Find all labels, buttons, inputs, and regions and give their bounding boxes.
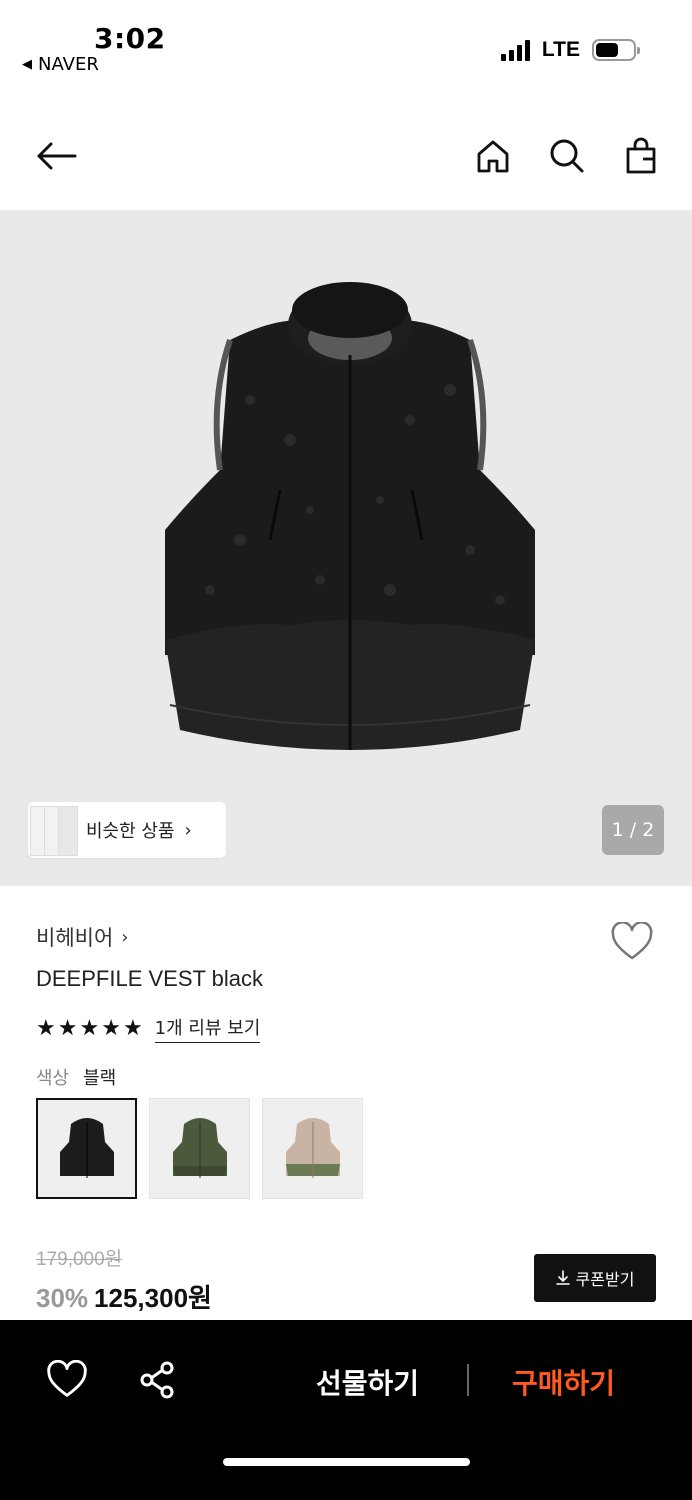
original-price: 179,000원	[36, 1249, 123, 1270]
product-image	[165, 282, 535, 750]
back-button[interactable]	[34, 134, 78, 178]
search-button[interactable]	[545, 134, 589, 178]
cart-button[interactable]	[619, 134, 663, 178]
signal-icon	[500, 39, 530, 61]
bottom-wishlist-button[interactable]	[46, 1359, 88, 1400]
review-link[interactable]: 1개 리뷰 보기	[154, 1014, 261, 1043]
product-gallery[interactable]: 비슷한 상품 › 1 / 2	[0, 210, 692, 886]
share-button[interactable]	[138, 1360, 178, 1400]
divider	[467, 1364, 469, 1396]
back-app-label: NAVER	[38, 54, 99, 75]
sale-price: 125,300원	[94, 1283, 212, 1313]
battery-icon	[592, 39, 640, 61]
swatch-olive[interactable]	[149, 1098, 250, 1199]
color-option-row: 색상 블랙	[36, 1064, 116, 1090]
back-triangle-icon: ◀	[22, 57, 32, 72]
discount-rate: 30%	[36, 1283, 89, 1313]
network-label: LTE	[541, 38, 580, 61]
top-nav	[0, 120, 692, 192]
status-indicators: LTE	[500, 38, 640, 62]
similar-products-button[interactable]: 비슷한 상품 ›	[28, 802, 226, 858]
vest-thumbnail	[59, 1117, 114, 1178]
vest-thumbnail	[172, 1117, 227, 1178]
search-icon	[550, 139, 584, 173]
gift-button[interactable]: 선물하기	[316, 1362, 419, 1402]
rating-row: ★ ★ ★ ★ ★ 1개 리뷰 보기	[36, 1014, 261, 1043]
similar-products-label: 비슷한 상품	[86, 821, 175, 842]
home-icon	[477, 140, 509, 173]
vest-thumbnail	[285, 1117, 340, 1178]
heart-icon	[47, 1359, 87, 1397]
brand-name: 비헤비어	[36, 926, 114, 950]
image-page-indicator: 1 / 2	[602, 805, 664, 855]
bottom-action-bar: 선물하기 구매하기	[0, 1320, 692, 1500]
download-icon	[555, 1270, 570, 1285]
star-icon: ★	[57, 1015, 78, 1041]
star-icon: ★	[36, 1015, 56, 1041]
star-icon: ★	[122, 1015, 143, 1041]
swatch-beige[interactable]	[262, 1098, 363, 1199]
shopping-bag-icon	[626, 137, 656, 174]
back-arrow-icon	[37, 142, 77, 170]
heart-icon	[611, 921, 653, 960]
buy-button[interactable]: 구매하기	[512, 1362, 615, 1402]
color-label: 색상	[36, 1068, 70, 1089]
price-row: 30% 125,300원	[36, 1278, 212, 1315]
coupon-label: 쿠폰받기	[575, 1270, 635, 1289]
chevron-right-icon: ›	[184, 819, 192, 841]
similar-thumbnails	[28, 802, 80, 858]
status-time: 3:02	[94, 22, 166, 55]
share-icon	[140, 1361, 174, 1399]
product-title: DEEPFILE VEST black	[36, 966, 264, 991]
star-icon: ★	[101, 1015, 121, 1041]
back-to-app-link[interactable]: ◀ NAVER	[22, 54, 99, 75]
swatch-black[interactable]	[36, 1098, 137, 1199]
coupon-button[interactable]: 쿠폰받기	[534, 1254, 656, 1302]
star-icon: ★	[79, 1015, 100, 1041]
status-bar: 3:02 ◀ NAVER LTE	[0, 0, 692, 92]
home-button[interactable]	[471, 134, 515, 178]
home-indicator	[223, 1458, 470, 1466]
color-swatches	[36, 1098, 363, 1199]
chevron-right-icon: ›	[121, 926, 129, 948]
wishlist-button[interactable]	[610, 921, 654, 962]
brand-link[interactable]: 비헤비어 ›	[36, 922, 128, 952]
color-value: 블랙	[83, 1068, 117, 1089]
rating-stars: ★ ★ ★ ★ ★	[36, 1015, 143, 1041]
